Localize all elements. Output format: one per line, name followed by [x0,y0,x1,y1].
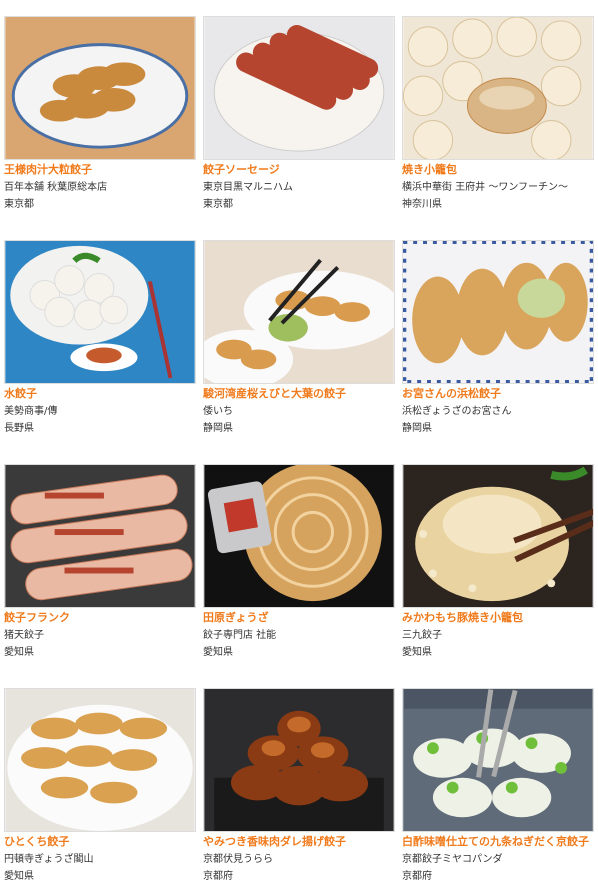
product-name[interactable]: お宮さんの浜松餃子 [402,387,598,401]
product-name[interactable]: 水餃子 [4,387,204,401]
prefecture: 長野県 [4,423,34,434]
prefecture: 愛知県 [4,647,34,658]
prefecture: 愛知県 [402,647,432,658]
shop-name: 倭いち [203,406,233,417]
bite-gyoza-image[interactable] [4,688,196,832]
xiaolongbao-image[interactable] [402,16,594,160]
prefecture: 静岡県 [203,423,233,434]
shop-name: 餃子専門店 社能 [203,630,277,641]
shop-name: 浜松ぎょうざのお宮さん [402,406,512,417]
fried-gyoza-image[interactable] [203,688,395,832]
product-name[interactable]: 餃子フランク [4,611,204,625]
frank-sausage-image[interactable] [4,464,196,608]
prefecture: 東京都 [203,199,233,210]
prefecture: 東京都 [4,199,34,210]
prefecture: 愛知県 [203,647,233,658]
prefecture: 京都府 [203,871,233,882]
shop-name: 三九餃子 [402,630,442,641]
hamamatsu-gyoza-image[interactable] [402,240,594,384]
shop-name: 京都伏見うらら [203,854,273,865]
product-name[interactable]: 田原ぎょうざ [203,611,403,625]
product-name[interactable]: 王様肉汁大粒餃子 [4,163,204,177]
product-name[interactable]: 餃子ソーセージ [203,163,403,177]
tahara-gyoza-image[interactable] [203,464,395,608]
shop-name: 猪天餃子 [4,630,44,641]
boiled-dumpling-image[interactable] [4,240,196,384]
shop-name: 横浜中華街 王府井 ～ワンフーチン～ [402,182,569,193]
prefecture: 静岡県 [402,423,432,434]
shop-name: 美勢商事/傳 [4,406,58,417]
gyoza-plate-image[interactable] [4,16,196,160]
product-name[interactable]: 白酢味噌仕立ての九条ねぎだく京餃子 [402,835,598,849]
product-grid: 王様肉汁大粒餃子 百年本舗 秋葉原総本店 東京都 餃子ソーセージ 東京目黒マルニ… [0,0,598,890]
prefecture: 京都府 [402,871,432,882]
prefecture: 愛知県 [4,871,34,882]
product-name[interactable]: やみつき香味肉ダレ揚げ餃子 [203,835,403,849]
shop-name: 京都餃子ミヤコパンダ [402,854,503,865]
mikawa-xiaolongbao-image[interactable] [402,464,594,608]
product-name[interactable]: 焼き小籠包 [402,163,598,177]
shop-name: 東京目黒マルニハム [203,182,293,193]
shop-name: 百年本舗 秋葉原総本店 [4,182,108,193]
kujo-negi-gyoza-image[interactable] [402,688,594,832]
product-name[interactable]: ひとくち餃子 [4,835,204,849]
product-name[interactable]: みかわもち豚焼き小籠包 [402,611,598,625]
shop-name: 円頓寺ぎょうざ閣山 [4,854,94,865]
prefecture: 神奈川県 [402,199,442,210]
shrimp-gyoza-image[interactable] [203,240,395,384]
product-name[interactable]: 駿河湾産桜えびと大葉の餃子 [203,387,403,401]
sausage-image[interactable] [203,16,395,160]
